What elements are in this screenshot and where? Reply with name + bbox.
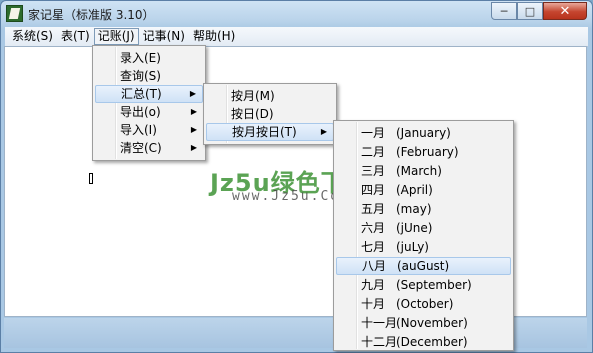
menu-item-by-month[interactable]: 按月(M) bbox=[206, 87, 334, 105]
menu-item-by-day[interactable]: 按日(D) bbox=[206, 105, 334, 123]
title-bar[interactable]: 家记星（标准版 3.10） ─ □ ✕ bbox=[1, 1, 592, 27]
menu-item-month-3[interactable]: 三月 (March) bbox=[336, 162, 511, 180]
summary-submenu: 按月(M) 按日(D) 按月按日(T) ▶ bbox=[203, 83, 337, 145]
menu-item-summary[interactable]: 汇总(T) ▶ bbox=[95, 85, 203, 103]
submenu-arrow-icon: ▶ bbox=[189, 89, 196, 98]
close-button[interactable]: ✕ bbox=[543, 2, 587, 20]
menu-item-month-4[interactable]: 四月 (April) bbox=[336, 181, 511, 199]
caption-buttons: ─ □ ✕ bbox=[491, 2, 587, 20]
menu-item-import[interactable]: 导入(I) ▶ bbox=[95, 121, 203, 139]
menu-bar: 系统(S) 表(T) 记账(J) 记事(N) 帮助(H) bbox=[5, 27, 588, 47]
menu-item-month-1[interactable]: 一月 (January) bbox=[336, 124, 511, 142]
menu-item-month-9[interactable]: 九月 (September) bbox=[336, 276, 511, 294]
menu-help[interactable]: 帮助(H) bbox=[189, 28, 239, 45]
menu-bookkeeping[interactable]: 记账(J) bbox=[93, 28, 139, 45]
menu-notes[interactable]: 记事(N) bbox=[139, 28, 189, 45]
menu-item-export[interactable]: 导出(o) ▶ bbox=[95, 103, 203, 121]
menu-table[interactable]: 表(T) bbox=[57, 28, 94, 45]
menu-item-clear[interactable]: 清空(C) ▶ bbox=[95, 139, 203, 157]
menu-item-query[interactable]: 查询(S) bbox=[95, 67, 203, 85]
minimize-button[interactable]: ─ bbox=[491, 2, 517, 20]
submenu-arrow-icon: ▶ bbox=[190, 107, 197, 116]
submenu-arrow-icon: ▶ bbox=[320, 127, 327, 136]
window-title: 家记星（标准版 3.10） bbox=[28, 8, 155, 22]
app-notebook-icon[interactable] bbox=[6, 5, 23, 22]
menu-item-entry[interactable]: 录入(E) bbox=[95, 49, 203, 67]
menu-item-month-11[interactable]: 十一月 (November) bbox=[336, 314, 511, 332]
maximize-button[interactable]: □ bbox=[517, 2, 543, 20]
menu-item-month-12[interactable]: 十二月 (December) bbox=[336, 333, 511, 351]
submenu-arrow-icon: ▶ bbox=[190, 143, 197, 152]
menu-item-month-7[interactable]: 七月 (juLy) bbox=[336, 238, 511, 256]
submenu-arrow-icon: ▶ bbox=[190, 125, 197, 134]
menu-item-month-6[interactable]: 六月 (jUne) bbox=[336, 219, 511, 237]
menu-item-month-5[interactable]: 五月 (may) bbox=[336, 200, 511, 218]
text-caret bbox=[89, 173, 93, 184]
menu-item-month-10[interactable]: 十月 (October) bbox=[336, 295, 511, 313]
bookkeeping-menu: 录入(E) 查询(S) 汇总(T) ▶ 导出(o) ▶ 导入(I) ▶ 清空(C) ▶ bbox=[92, 45, 206, 161]
menu-system[interactable]: 系统(S) bbox=[8, 28, 57, 45]
menu-item-month-2[interactable]: 二月 (February) bbox=[336, 143, 511, 161]
months-submenu: 一月 (January) 二月 (February) 三月 (March) 四月 (Ap… bbox=[333, 120, 514, 351]
menu-item-by-month-day[interactable]: 按月按日(T) ▶ bbox=[206, 123, 334, 141]
menu-item-month-8[interactable]: 八月 (auGust) bbox=[336, 257, 511, 275]
